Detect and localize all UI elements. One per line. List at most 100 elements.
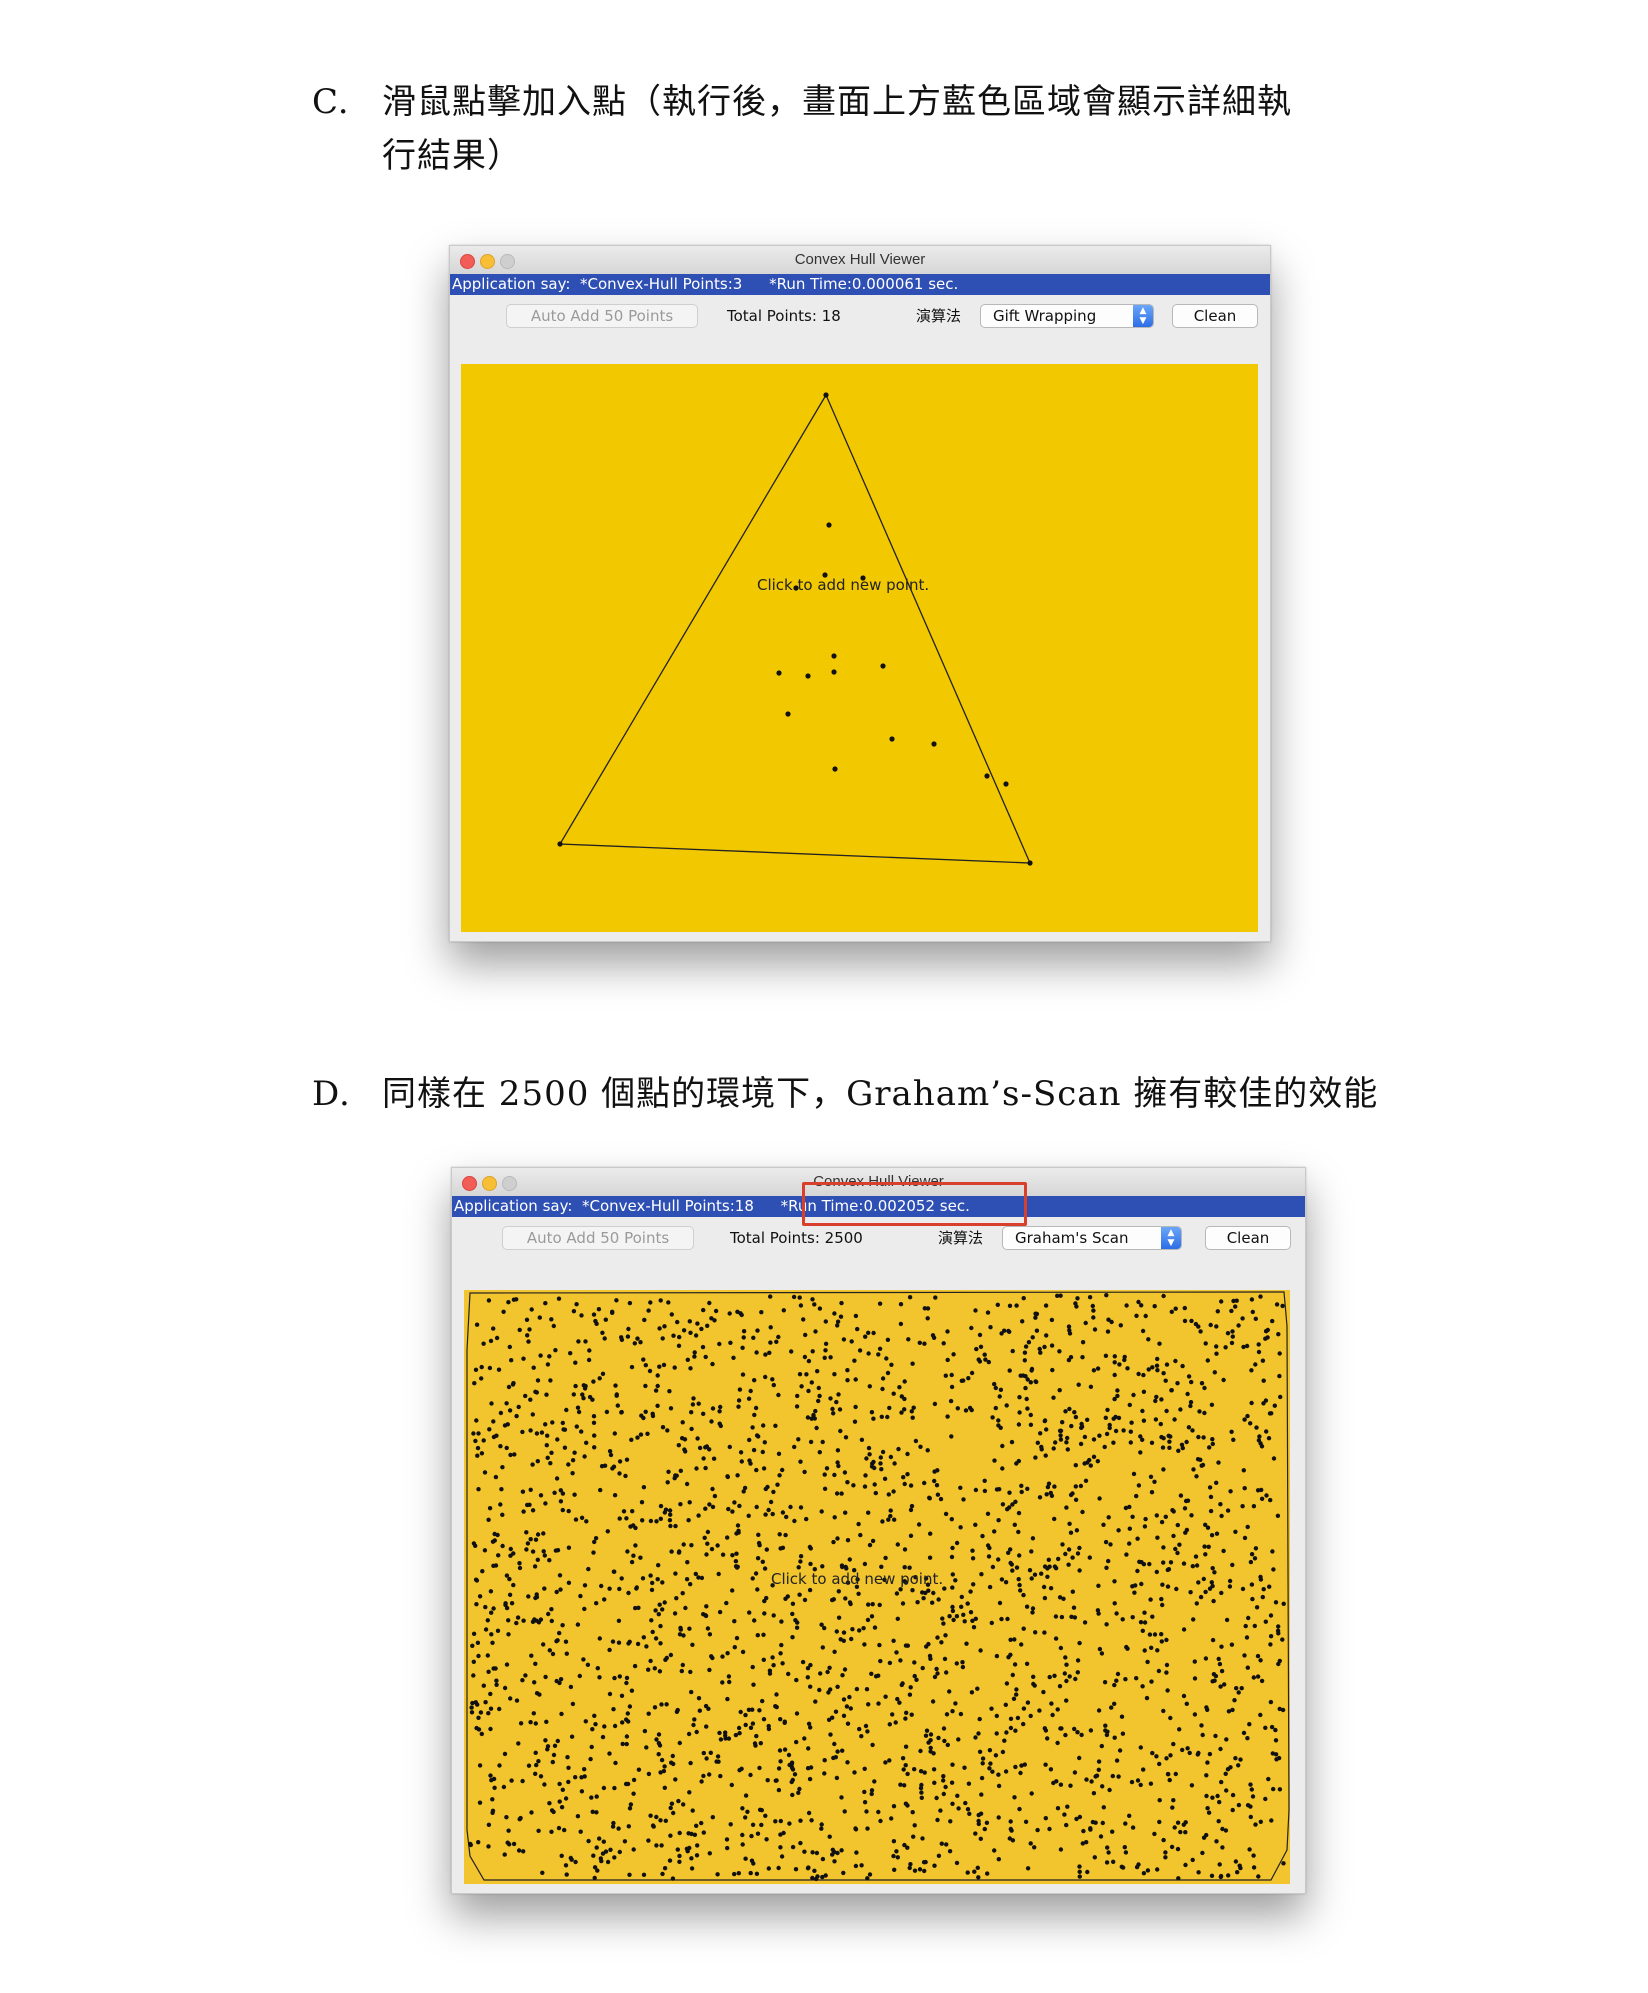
auto-add-button[interactable]: Auto Add 50 Points [502,1226,694,1250]
plot-point [1208,1494,1214,1500]
convex-hull-plot[interactable] [461,364,1258,932]
plot-point [1214,1839,1219,1844]
plot-point [689,1831,694,1837]
plot-point [1045,1736,1050,1741]
plot-point [1015,1715,1021,1721]
plot-point [1164,1670,1169,1675]
plot-point [488,1706,494,1711]
plot-point [678,1502,683,1507]
plot-point [1256,1342,1261,1347]
plot-point [724,1600,729,1606]
plot-point [671,1810,676,1816]
plot-point [594,1601,599,1606]
plot-point [1028,1713,1033,1719]
plot-point [504,1445,509,1451]
plot-point [599,1583,604,1589]
auto-add-button[interactable]: Auto Add 50 Points [506,304,698,328]
plot-point [1065,1435,1070,1441]
plot-point [560,1623,565,1628]
plot-point [823,1348,828,1353]
maximize-light-icon[interactable] [500,254,515,269]
plot-point [600,1734,606,1740]
algorithm-select[interactable]: Gift Wrapping ▲ ▼ [980,304,1154,328]
plot-point [1092,1327,1098,1332]
plot-point [1268,1613,1274,1618]
plot-point [770,1377,775,1382]
close-light-icon[interactable] [460,254,475,269]
plot-point [996,1772,1001,1777]
plot-point [1175,1820,1181,1825]
plot-point [666,1300,671,1305]
clean-button[interactable]: Clean [1205,1226,1291,1250]
clean-button[interactable]: Clean [1172,304,1258,328]
plot-point [1042,1344,1047,1350]
plot-point [575,1405,581,1410]
plot-point [660,1336,665,1341]
plot-point [992,1458,997,1463]
plot-point [999,1577,1005,1582]
plot-point [616,1640,622,1645]
algorithm-select[interactable]: Graham's Scan ▲ ▼ [1002,1226,1182,1250]
plot-point [777,1532,782,1537]
close-light-icon[interactable] [462,1176,477,1191]
plot-point [1154,1754,1159,1759]
plot-point [898,1658,903,1663]
plot-point [1016,1510,1022,1516]
plot-point [980,1761,985,1766]
plot-point [1275,1628,1281,1633]
plot-point [870,1602,875,1607]
plot-point [685,1849,690,1854]
plot-point [1217,1661,1223,1667]
plot-point [862,1789,867,1795]
plot-point [579,1429,584,1434]
plot-point [1256,1874,1261,1879]
title-bar[interactable]: Convex Hull Viewer [450,246,1270,274]
plot-point [1016,1422,1022,1427]
plot-point [1058,1847,1064,1852]
plot-point [988,1325,993,1330]
plot-point [592,1865,598,1870]
plot-point [669,1312,674,1317]
plot-point [746,1396,752,1401]
plot-point [1230,1807,1235,1813]
plot-point [1022,1350,1028,1355]
minimize-light-icon[interactable] [482,1176,497,1191]
plot-point [1014,1692,1019,1697]
plot-point [740,1345,745,1350]
drawing-canvas[interactable]: Click to add new point. [464,1290,1290,1884]
plot-point [886,1517,891,1522]
plot-point [819,1826,824,1831]
plot-point [1072,1410,1077,1415]
plot-point [715,1543,720,1548]
plot-point [1254,1425,1259,1430]
plot-point [525,1333,530,1338]
plot-point [1140,1684,1145,1689]
maximize-light-icon[interactable] [502,1176,517,1191]
plot-point [681,1542,686,1547]
plot-point [1245,1665,1250,1670]
minimize-light-icon[interactable] [480,254,495,269]
plot-point [1258,1294,1263,1299]
plot-point [708,1750,713,1755]
plot-point [1064,1662,1069,1667]
drawing-canvas[interactable]: Click to add new point. [461,364,1258,932]
plot-point [743,1856,748,1861]
plot-point [809,1416,814,1421]
plot-point [491,1666,496,1671]
plot-point [687,1500,692,1505]
plot-point [806,1865,811,1870]
plot-point [559,1853,564,1858]
plot-point [1130,1615,1135,1620]
plot-point [710,1815,715,1820]
plot-point [543,1422,548,1427]
plot-point [528,1537,533,1542]
plot-point [565,1755,570,1760]
plot-point [1273,1738,1279,1743]
plot-point [917,1340,922,1345]
plot-point [891,1391,896,1396]
plot-point [1091,1791,1097,1796]
plot-point [1093,1820,1098,1825]
plot-point [607,1449,613,1454]
plot-point [669,1801,675,1806]
plot-point [549,1317,554,1322]
